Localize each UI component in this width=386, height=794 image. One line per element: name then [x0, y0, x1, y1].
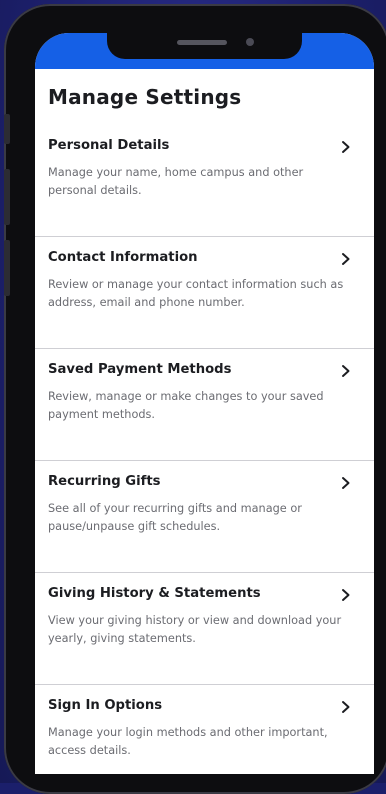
settings-item-title: Personal Details — [48, 138, 170, 153]
settings-item-giving-history[interactable]: Giving History & Statements View your gi… — [35, 573, 374, 685]
settings-item-title: Saved Payment Methods — [48, 362, 232, 377]
volume-down-button — [4, 240, 10, 296]
volume-up-button — [4, 169, 10, 225]
settings-item-sign-in-options[interactable]: Sign In Options Manage your login method… — [35, 685, 374, 774]
settings-item-recurring-gifts[interactable]: Recurring Gifts See all of your recurrin… — [35, 461, 374, 573]
speaker-grille — [177, 40, 227, 45]
settings-item-title: Contact Information — [48, 250, 198, 265]
phone-screen: Manage Settings Personal Details Manage … — [35, 33, 374, 774]
mute-switch — [4, 114, 10, 144]
chevron-right-icon — [342, 589, 350, 601]
settings-item-description: See all of your recurring gifts and mana… — [48, 502, 302, 533]
notch — [107, 33, 302, 59]
settings-item-title: Giving History & Statements — [48, 586, 261, 601]
settings-item-personal-details[interactable]: Personal Details Manage your name, home … — [35, 125, 374, 237]
settings-item-description: Review or manage your contact informatio… — [48, 278, 344, 309]
page-title: Manage Settings — [48, 85, 242, 109]
settings-item-contact-information[interactable]: Contact Information Review or manage you… — [35, 237, 374, 349]
chevron-right-icon — [342, 365, 350, 377]
front-camera — [246, 38, 254, 46]
settings-item-title: Sign In Options — [48, 698, 163, 713]
settings-item-saved-payment-methods[interactable]: Saved Payment Methods Review, manage or … — [35, 349, 374, 461]
settings-item-description: Manage your login methods and other impo… — [48, 726, 328, 757]
chevron-right-icon — [342, 253, 350, 265]
settings-list: Personal Details Manage your name, home … — [35, 125, 374, 774]
chevron-right-icon — [342, 701, 350, 713]
phone-frame: Manage Settings Personal Details Manage … — [4, 4, 386, 794]
settings-item-title: Recurring Gifts — [48, 474, 161, 489]
chevron-right-icon — [342, 141, 350, 153]
settings-item-description: Review, manage or make changes to your s… — [48, 390, 324, 421]
settings-item-description: View your giving history or view and dow… — [48, 614, 342, 645]
chevron-right-icon — [342, 477, 350, 489]
settings-item-description: Manage your name, home campus and other … — [48, 166, 304, 197]
